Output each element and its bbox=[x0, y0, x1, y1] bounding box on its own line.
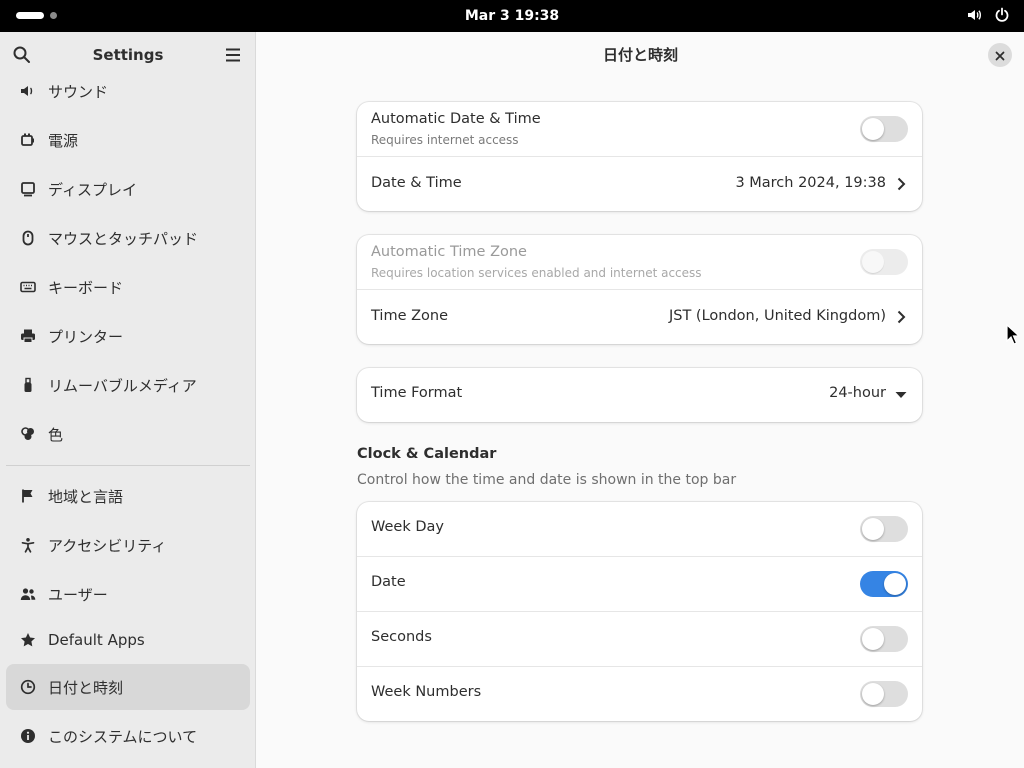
sidebar-item-removable-media[interactable]: リムーバブルメディア bbox=[6, 362, 250, 408]
sidebar-item-default-apps[interactable]: Default Apps bbox=[6, 617, 250, 663]
seconds-switch[interactable] bbox=[860, 626, 908, 652]
time-format-value[interactable]: 24-hour bbox=[829, 385, 886, 401]
row-title: Week Day bbox=[371, 519, 444, 535]
sidebar-item-label: このシステムについて bbox=[48, 727, 198, 746]
automatic-date-time-switch[interactable] bbox=[860, 116, 908, 142]
row-title: Date bbox=[371, 574, 406, 590]
week-day-switch[interactable] bbox=[860, 516, 908, 542]
battery-icon bbox=[20, 132, 36, 148]
chevron-right-icon bbox=[897, 310, 906, 324]
workspace-active-pill bbox=[16, 12, 44, 19]
main-panel: 日付と時刻 Automatic Date & Time Requires int… bbox=[257, 32, 1024, 768]
chevron-down-icon bbox=[895, 392, 907, 398]
usb-icon bbox=[20, 377, 36, 393]
sidebar-item-label: サウンド bbox=[48, 82, 109, 101]
hamburger-menu-icon[interactable] bbox=[224, 47, 242, 67]
sidebar-item-mouse[interactable]: マウスとタッチパッド bbox=[6, 215, 250, 261]
row-title: Automatic Date & Time bbox=[371, 111, 541, 127]
sidebar: Settings サウンド 電源 ディスプレイ マウスとタッチパッド キーボード… bbox=[0, 32, 256, 768]
row-subtitle: Requires location services enabled and i… bbox=[371, 266, 702, 280]
users-icon bbox=[20, 586, 36, 602]
row-title: Time Format bbox=[371, 385, 463, 401]
clock-label[interactable]: Mar 3 19:38 bbox=[465, 8, 559, 24]
automatic-time-zone-row: Automatic Time Zone Requires location se… bbox=[357, 235, 922, 290]
date-time-value: 3 March 2024, 19:38 bbox=[735, 175, 886, 191]
seconds-row[interactable]: Seconds bbox=[357, 612, 922, 667]
page-title: 日付と時刻 bbox=[602, 46, 678, 64]
star-icon bbox=[20, 632, 36, 648]
week-numbers-switch[interactable] bbox=[860, 681, 908, 707]
row-title: Time Zone bbox=[371, 308, 449, 324]
sidebar-item-label: ディスプレイ bbox=[48, 180, 137, 199]
section-title: Clock & Calendar bbox=[357, 446, 497, 462]
sidebar-item-about[interactable]: このシステムについて bbox=[6, 713, 250, 759]
mouse-cursor-icon bbox=[1006, 324, 1020, 345]
clock-calendar-card: Week Day Date Seconds Week Numbers bbox=[357, 502, 922, 721]
display-icon bbox=[20, 181, 36, 197]
sidebar-item-label: Default Apps bbox=[48, 631, 145, 649]
close-button[interactable] bbox=[988, 43, 1012, 67]
volume-icon[interactable] bbox=[966, 7, 982, 23]
date-time-row[interactable]: Date & Time 3 March 2024, 19:38 bbox=[357, 157, 922, 211]
sidebar-item-accessibility[interactable]: アクセシビリティ bbox=[6, 522, 250, 568]
sidebar-item-display[interactable]: ディスプレイ bbox=[6, 166, 250, 212]
sidebar-item-label: プリンター bbox=[48, 327, 124, 346]
sidebar-item-date-time[interactable]: 日付と時刻 bbox=[6, 664, 250, 710]
time-zone-card: Automatic Time Zone Requires location se… bbox=[357, 235, 922, 344]
sidebar-item-keyboard[interactable]: キーボード bbox=[6, 264, 250, 310]
automatic-date-time-row[interactable]: Automatic Date & Time Requires internet … bbox=[357, 102, 922, 157]
automatic-time-zone-switch bbox=[860, 249, 908, 275]
info-icon bbox=[20, 728, 36, 744]
mouse-icon bbox=[20, 230, 36, 246]
time-zone-row[interactable]: Time Zone JST (London, United Kingdom) bbox=[357, 290, 922, 344]
activities-indicator[interactable] bbox=[16, 12, 57, 19]
row-title: Date & Time bbox=[371, 175, 462, 191]
flag-icon bbox=[20, 488, 36, 504]
date-switch[interactable] bbox=[860, 571, 908, 597]
sidebar-item-power[interactable]: 電源 bbox=[6, 117, 250, 163]
sidebar-item-printer[interactable]: プリンター bbox=[6, 313, 250, 359]
workspace-dot bbox=[50, 12, 57, 19]
sidebar-item-label: 地域と言語 bbox=[48, 487, 124, 506]
section-description: Control how the time and date is shown i… bbox=[357, 472, 737, 488]
sidebar-item-label: 電源 bbox=[48, 131, 79, 150]
sidebar-item-label: リムーバブルメディア bbox=[48, 376, 197, 395]
speaker-icon bbox=[20, 83, 36, 99]
time-zone-value: JST (London, United Kingdom) bbox=[668, 308, 886, 324]
printer-icon bbox=[20, 328, 36, 344]
top-bar: Mar 3 19:38 bbox=[0, 0, 1024, 32]
time-format-row[interactable]: Time Format 24-hour bbox=[357, 368, 922, 422]
sidebar-item-label: アクセシビリティ bbox=[48, 536, 167, 555]
search-icon[interactable] bbox=[12, 45, 32, 69]
sidebar-item-sound[interactable]: サウンド bbox=[6, 68, 250, 114]
sidebar-item-label: 日付と時刻 bbox=[48, 678, 124, 697]
row-title: Automatic Time Zone bbox=[371, 244, 527, 260]
color-icon bbox=[20, 426, 36, 442]
keyboard-icon bbox=[20, 279, 36, 295]
accessibility-icon bbox=[20, 537, 36, 553]
row-title: Seconds bbox=[371, 629, 432, 645]
power-icon[interactable] bbox=[994, 7, 1010, 23]
sidebar-item-region-language[interactable]: 地域と言語 bbox=[6, 473, 250, 519]
sidebar-item-label: ユーザー bbox=[48, 585, 108, 604]
chevron-right-icon bbox=[897, 177, 906, 191]
system-tray[interactable] bbox=[966, 7, 1010, 23]
time-format-card: Time Format 24-hour bbox=[357, 368, 922, 422]
row-title: Week Numbers bbox=[371, 684, 482, 700]
sidebar-item-users[interactable]: ユーザー bbox=[6, 571, 250, 617]
row-subtitle: Requires internet access bbox=[371, 133, 519, 147]
sidebar-item-label: 色 bbox=[48, 425, 64, 444]
date-row[interactable]: Date bbox=[357, 557, 922, 612]
sidebar-item-color[interactable]: 色 bbox=[6, 411, 250, 457]
close-icon bbox=[995, 46, 1005, 65]
sidebar-separator bbox=[6, 465, 250, 466]
sidebar-item-label: マウスとタッチパッド bbox=[48, 229, 199, 248]
sidebar-item-label: キーボード bbox=[48, 278, 124, 297]
date-time-card: Automatic Date & Time Requires internet … bbox=[357, 102, 922, 211]
clock-icon bbox=[20, 679, 36, 695]
week-day-row[interactable]: Week Day bbox=[357, 502, 922, 557]
week-numbers-row[interactable]: Week Numbers bbox=[357, 667, 922, 721]
